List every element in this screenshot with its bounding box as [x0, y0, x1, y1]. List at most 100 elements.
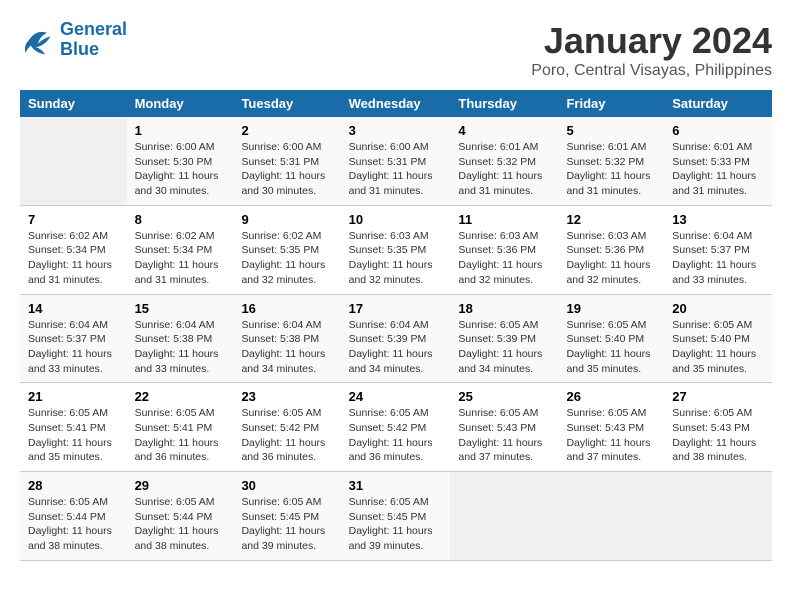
calendar-cell: 4 Sunrise: 6:01 AMSunset: 5:32 PMDaylight… [450, 117, 558, 205]
day-info: Sunrise: 6:02 AMSunset: 5:35 PMDaylight:… [241, 229, 332, 288]
day-info: Sunrise: 6:04 AMSunset: 5:38 PMDaylight:… [135, 318, 226, 377]
calendar-cell: 28 Sunrise: 6:05 AMSunset: 5:44 PMDayligh… [20, 472, 127, 561]
day-info: Sunrise: 6:00 AMSunset: 5:31 PMDaylight:… [241, 140, 332, 199]
logo-text-line2: Blue [60, 40, 127, 60]
day-info: Sunrise: 6:03 AMSunset: 5:36 PMDaylight:… [566, 229, 656, 288]
day-info: Sunrise: 6:05 AMSunset: 5:44 PMDaylight:… [28, 495, 119, 554]
calendar-cell [450, 472, 558, 561]
location-text: Poro, Central Visayas, Philippines [531, 62, 772, 80]
day-info: Sunrise: 6:05 AMSunset: 5:43 PMDaylight:… [566, 406, 656, 465]
calendar-cell: 21 Sunrise: 6:05 AMSunset: 5:41 PMDayligh… [20, 383, 127, 472]
calendar-cell: 3 Sunrise: 6:00 AMSunset: 5:31 PMDaylight… [341, 117, 451, 205]
day-info: Sunrise: 6:05 AMSunset: 5:40 PMDaylight:… [566, 318, 656, 377]
calendar-cell: 10 Sunrise: 6:03 AMSunset: 5:35 PMDayligh… [341, 205, 451, 294]
day-number: 6 [672, 123, 764, 138]
day-number: 29 [135, 478, 226, 493]
day-number: 8 [135, 212, 226, 227]
day-number: 10 [349, 212, 443, 227]
calendar-row: 14 Sunrise: 6:04 AMSunset: 5:37 PMDayligh… [20, 294, 772, 383]
logo: General Blue [20, 20, 127, 60]
day-number: 2 [241, 123, 332, 138]
calendar-cell: 18Sunrise: 6:05 AMSunset: 5:39 PMDayligh… [450, 294, 558, 383]
calendar-cell: 24Sunrise: 6:05 AMSunset: 5:42 PMDayligh… [341, 383, 451, 472]
day-number: 14 [28, 301, 119, 316]
day-info: Sunrise: 6:05 AMSunset: 5:43 PMDaylight:… [458, 406, 550, 465]
calendar-cell: 5 Sunrise: 6:01 AMSunset: 5:32 PMDaylight… [558, 117, 664, 205]
day-number: 21 [28, 389, 119, 404]
header-friday: Friday [558, 90, 664, 117]
day-info: Sunrise: 6:05 AMSunset: 5:41 PMDaylight:… [28, 406, 119, 465]
calendar-cell: 26 Sunrise: 6:05 AMSunset: 5:43 PMDayligh… [558, 383, 664, 472]
calendar-cell [664, 472, 772, 561]
day-info: Sunrise: 6:04 AMSunset: 5:38 PMDaylight:… [241, 318, 332, 377]
header-thursday: Thursday [450, 90, 558, 117]
day-number: 25 [458, 389, 550, 404]
calendar-cell [558, 472, 664, 561]
day-info: Sunrise: 6:00 AMSunset: 5:30 PMDaylight:… [135, 140, 226, 199]
day-info: Sunrise: 6:02 AMSunset: 5:34 PMDaylight:… [28, 229, 119, 288]
day-number: 5 [566, 123, 656, 138]
calendar-cell: 31Sunrise: 6:05 AMSunset: 5:45 PMDayligh… [341, 472, 451, 561]
calendar-cell: 9 Sunrise: 6:02 AMSunset: 5:35 PMDaylight… [233, 205, 340, 294]
day-info: Sunrise: 6:00 AMSunset: 5:31 PMDaylight:… [349, 140, 443, 199]
day-number: 13 [672, 212, 764, 227]
day-info: Sunrise: 6:04 AMSunset: 5:37 PMDaylight:… [28, 318, 119, 377]
header-wednesday: Wednesday [341, 90, 451, 117]
day-info: Sunrise: 6:05 AMSunset: 5:44 PMDaylight:… [135, 495, 226, 554]
day-info: Sunrise: 6:05 AMSunset: 5:41 PMDaylight:… [135, 406, 226, 465]
calendar-cell [20, 117, 127, 205]
day-number: 16 [241, 301, 332, 316]
calendar-cell: 12 Sunrise: 6:03 AMSunset: 5:36 PMDayligh… [558, 205, 664, 294]
calendar-cell: 25 Sunrise: 6:05 AMSunset: 5:43 PMDayligh… [450, 383, 558, 472]
calendar-cell: 16 Sunrise: 6:04 AMSunset: 5:38 PMDayligh… [233, 294, 340, 383]
day-number: 11 [458, 212, 550, 227]
day-info: Sunrise: 6:04 AMSunset: 5:37 PMDaylight:… [672, 229, 764, 288]
month-title: January 2024 [531, 20, 772, 62]
calendar-cell: 1 Sunrise: 6:00 AMSunset: 5:30 PMDaylight… [127, 117, 234, 205]
calendar-cell: 17Sunrise: 6:04 AMSunset: 5:39 PMDayligh… [341, 294, 451, 383]
day-number: 3 [349, 123, 443, 138]
calendar-cell: 2 Sunrise: 6:00 AMSunset: 5:31 PMDaylight… [233, 117, 340, 205]
day-number: 31 [349, 478, 443, 493]
calendar-cell: 19Sunrise: 6:05 AMSunset: 5:40 PMDayligh… [558, 294, 664, 383]
calendar-cell: 11Sunrise: 6:03 AMSunset: 5:36 PMDayligh… [450, 205, 558, 294]
calendar-cell: 6 Sunrise: 6:01 AMSunset: 5:33 PMDaylight… [664, 117, 772, 205]
calendar-cell: 20Sunrise: 6:05 AMSunset: 5:40 PMDayligh… [664, 294, 772, 383]
calendar-cell: 29 Sunrise: 6:05 AMSunset: 5:44 PMDayligh… [127, 472, 234, 561]
day-number: 4 [458, 123, 550, 138]
day-number: 26 [566, 389, 656, 404]
calendar-cell: 23Sunrise: 6:05 AMSunset: 5:42 PMDayligh… [233, 383, 340, 472]
calendar-row: 7 Sunrise: 6:02 AMSunset: 5:34 PMDaylight… [20, 205, 772, 294]
calendar-cell: 7 Sunrise: 6:02 AMSunset: 5:34 PMDaylight… [20, 205, 127, 294]
page-header: General Blue January 2024 Poro, Central … [20, 20, 772, 80]
day-info: Sunrise: 6:01 AMSunset: 5:32 PMDaylight:… [566, 140, 656, 199]
calendar-cell: 30 Sunrise: 6:05 AMSunset: 5:45 PMDayligh… [233, 472, 340, 561]
day-number: 17 [349, 301, 443, 316]
calendar-row: 28 Sunrise: 6:05 AMSunset: 5:44 PMDayligh… [20, 472, 772, 561]
calendar-cell: 8Sunrise: 6:02 AMSunset: 5:34 PMDaylight… [127, 205, 234, 294]
header-tuesday: Tuesday [233, 90, 340, 117]
calendar-table: Sunday Monday Tuesday Wednesday Thursday… [20, 90, 772, 561]
day-info: Sunrise: 6:03 AMSunset: 5:35 PMDaylight:… [349, 229, 443, 288]
day-info: Sunrise: 6:05 AMSunset: 5:42 PMDaylight:… [349, 406, 443, 465]
calendar-cell: 14 Sunrise: 6:04 AMSunset: 5:37 PMDayligh… [20, 294, 127, 383]
day-info: Sunrise: 6:01 AMSunset: 5:32 PMDaylight:… [458, 140, 550, 199]
day-number: 30 [241, 478, 332, 493]
day-number: 12 [566, 212, 656, 227]
header-monday: Monday [127, 90, 234, 117]
day-info: Sunrise: 6:05 AMSunset: 5:45 PMDaylight:… [241, 495, 332, 554]
day-info: Sunrise: 6:01 AMSunset: 5:33 PMDaylight:… [672, 140, 764, 199]
day-number: 15 [135, 301, 226, 316]
day-number: 7 [28, 212, 119, 227]
calendar-cell: 22Sunrise: 6:05 AMSunset: 5:41 PMDayligh… [127, 383, 234, 472]
header-saturday: Saturday [664, 90, 772, 117]
calendar-row: 21 Sunrise: 6:05 AMSunset: 5:41 PMDayligh… [20, 383, 772, 472]
title-block: January 2024 Poro, Central Visayas, Phil… [531, 20, 772, 80]
calendar-cell: 27Sunrise: 6:05 AMSunset: 5:43 PMDayligh… [664, 383, 772, 472]
day-number: 1 [135, 123, 226, 138]
day-number: 28 [28, 478, 119, 493]
day-info: Sunrise: 6:05 AMSunset: 5:43 PMDaylight:… [672, 406, 764, 465]
calendar-row: 1 Sunrise: 6:00 AMSunset: 5:30 PMDaylight… [20, 117, 772, 205]
day-number: 23 [241, 389, 332, 404]
day-number: 9 [241, 212, 332, 227]
